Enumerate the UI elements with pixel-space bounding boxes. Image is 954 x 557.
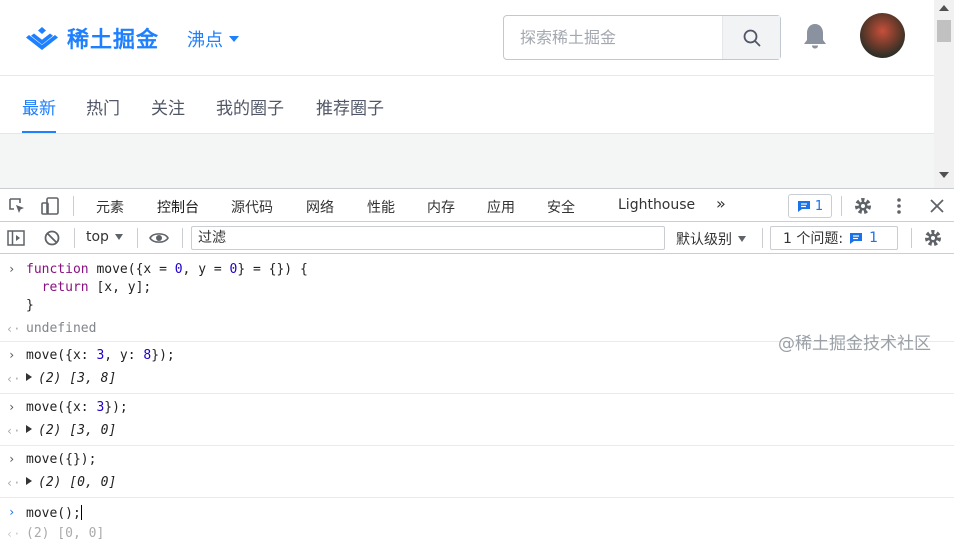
console-entry: › move({x: 3}); ‹· (2) [3, 0] bbox=[0, 394, 954, 446]
tab-elements[interactable]: 元素 bbox=[96, 197, 124, 217]
input-prompt-chevron-icon: › bbox=[8, 452, 16, 466]
expand-triangle-icon[interactable] bbox=[26, 425, 32, 433]
tab-lighthouse[interactable]: Lighthouse bbox=[618, 197, 695, 213]
console-entry: › move({}); ‹· (2) [0, 0] bbox=[0, 446, 954, 498]
subtab-recommended-circles[interactable]: 推荐圈子 bbox=[316, 94, 384, 119]
sub-navigation: 最新 热门 关注 我的圈子 推荐圈子 bbox=[0, 76, 934, 134]
more-tabs-icon[interactable]: » bbox=[716, 194, 726, 213]
search-icon bbox=[743, 29, 760, 46]
logo-text: 稀土掘金 bbox=[67, 28, 160, 53]
tab-application[interactable]: 应用 bbox=[487, 197, 515, 217]
subtab-my-circles[interactable]: 我的圈子 bbox=[216, 94, 284, 119]
console-settings-gear-icon[interactable] bbox=[922, 227, 944, 249]
code-line: } bbox=[26, 298, 34, 313]
top-header: 稀土掘金 沸点 bbox=[0, 0, 934, 76]
sidebar-toggle-icon[interactable] bbox=[5, 227, 27, 249]
console-prompt-area[interactable]: › move(); ‹· (2) [0, 0] bbox=[0, 498, 954, 557]
code-line: move({x: 3, y: 8}); bbox=[26, 348, 175, 363]
caret-down-icon bbox=[738, 236, 746, 242]
page-scrollbar[interactable] bbox=[934, 0, 954, 188]
tab-performance[interactable]: 性能 bbox=[367, 197, 395, 217]
expand-triangle-icon[interactable] bbox=[26, 373, 32, 381]
tab-memory[interactable]: 内存 bbox=[427, 197, 455, 217]
live-expression-eye-icon[interactable] bbox=[147, 227, 171, 249]
return-value: undefined bbox=[26, 321, 97, 336]
scroll-thumb[interactable] bbox=[937, 20, 951, 42]
tab-security[interactable]: 安全 bbox=[547, 197, 575, 217]
text-cursor bbox=[80, 505, 82, 520]
issues-count-button[interactable]: 1 个问题: 1 bbox=[770, 226, 898, 250]
devtools-tab-bar: 元素 控制台 源代码 网络 性能 内存 应用 安全 Lighthouse » 1 bbox=[0, 188, 954, 226]
tab-sources[interactable]: 源代码 bbox=[231, 197, 273, 217]
issues-count-label: 1 个问题: bbox=[783, 231, 844, 247]
message-icon bbox=[850, 232, 863, 244]
inspect-element-icon[interactable] bbox=[6, 195, 28, 217]
juejin-logo-icon bbox=[26, 27, 58, 50]
nav-dropdown-label: 沸点 bbox=[187, 30, 223, 51]
notification-bell-icon[interactable] bbox=[802, 22, 828, 54]
juejin-logo[interactable]: 稀土掘金 bbox=[25, 22, 159, 54]
scroll-down-arrow-icon[interactable] bbox=[939, 172, 949, 178]
divider bbox=[841, 196, 842, 216]
page-viewport: 稀土掘金 沸点 最新 热门 关注 我的圈子 推荐圈子 bbox=[0, 0, 934, 188]
divider bbox=[137, 228, 138, 248]
console-toolbar: top 过滤 默认级别 1 个问题: 1 bbox=[0, 222, 954, 254]
code-line: return [x, y]; bbox=[41, 280, 152, 295]
code-line: move({}); bbox=[26, 452, 97, 467]
watermark: @稀土掘金技术社区 bbox=[778, 334, 931, 354]
code-line: move({x: 3}); bbox=[26, 400, 128, 415]
settings-gear-icon[interactable] bbox=[852, 195, 874, 217]
input-prompt-chevron-icon: › bbox=[8, 348, 16, 362]
nav-dropdown-feidian[interactable]: 沸点 bbox=[187, 26, 239, 52]
divider bbox=[73, 196, 74, 216]
search-box bbox=[503, 15, 781, 60]
return-arrow-icon: ‹· bbox=[6, 424, 21, 438]
divider bbox=[182, 228, 183, 248]
return-arrow-icon: ‹· bbox=[6, 372, 21, 386]
array-result[interactable]: (2) [3, 8] bbox=[26, 371, 116, 386]
user-avatar[interactable] bbox=[860, 13, 905, 58]
active-prompt-chevron-icon: › bbox=[8, 505, 16, 519]
devtools-panel: 元素 控制台 源代码 网络 性能 内存 应用 安全 Lighthouse » 1 bbox=[0, 188, 954, 557]
console-filter-input[interactable]: 过滤 bbox=[191, 226, 665, 250]
log-levels-dropdown[interactable]: 默认级别 bbox=[676, 229, 746, 249]
kebab-menu-icon[interactable] bbox=[888, 195, 910, 217]
caret-down-icon bbox=[229, 36, 239, 42]
divider bbox=[762, 228, 763, 248]
tab-console[interactable]: 控制台 bbox=[149, 197, 207, 226]
message-icon bbox=[797, 200, 810, 212]
issues-badge-count: 1 bbox=[814, 198, 824, 214]
return-arrow-icon: ‹· bbox=[6, 322, 21, 336]
log-levels-label: 默认级别 bbox=[676, 232, 732, 248]
eager-eval-arrow-icon: ‹· bbox=[6, 527, 21, 541]
eager-eval-preview: (2) [0, 0] bbox=[26, 526, 105, 541]
subtab-following[interactable]: 关注 bbox=[151, 94, 185, 119]
issues-badge[interactable]: 1 bbox=[788, 194, 832, 218]
console-output[interactable]: › function move({x = 0, y = 0} = {}) { r… bbox=[0, 254, 954, 557]
input-prompt-chevron-icon: › bbox=[8, 400, 16, 414]
search-input[interactable] bbox=[504, 16, 722, 59]
context-selector-label: top bbox=[86, 229, 109, 245]
tab-network[interactable]: 网络 bbox=[306, 197, 334, 217]
code-line: function move({x = 0, y = 0} = {}) { bbox=[26, 262, 308, 277]
device-toolbar-icon[interactable] bbox=[38, 195, 62, 217]
scroll-up-arrow-icon[interactable] bbox=[939, 5, 949, 11]
input-prompt-chevron-icon: › bbox=[8, 262, 16, 276]
return-arrow-icon: ‹· bbox=[6, 476, 21, 490]
subtab-latest[interactable]: 最新 bbox=[22, 94, 56, 133]
issues-count-value: 1 bbox=[869, 230, 878, 246]
divider bbox=[74, 228, 75, 248]
caret-down-icon bbox=[114, 234, 123, 240]
clear-console-icon[interactable] bbox=[41, 227, 63, 249]
subtab-hot[interactable]: 热门 bbox=[86, 94, 120, 119]
close-devtools-icon[interactable] bbox=[926, 195, 948, 217]
console-input[interactable]: move(); bbox=[26, 505, 82, 521]
search-button[interactable] bbox=[722, 16, 780, 59]
divider bbox=[911, 228, 912, 248]
expand-triangle-icon[interactable] bbox=[26, 477, 32, 485]
array-result[interactable]: (2) [3, 0] bbox=[26, 423, 116, 438]
array-result[interactable]: (2) [0, 0] bbox=[26, 475, 116, 490]
context-selector[interactable]: top bbox=[86, 229, 123, 245]
